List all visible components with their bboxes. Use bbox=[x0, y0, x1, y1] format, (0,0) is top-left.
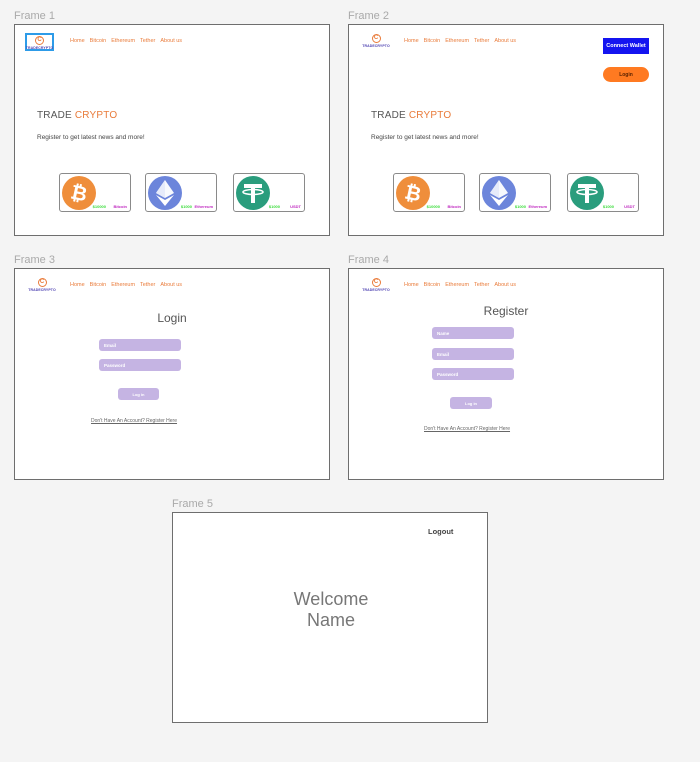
bitcoin-icon: ₿ bbox=[62, 176, 96, 210]
site-logo[interactable]: C TRADECRYPTO bbox=[25, 33, 54, 51]
coin-card-bitcoin[interactable]: ₿ $10000 Bitcoin bbox=[59, 173, 131, 212]
hero-title-accent: CRYPTO bbox=[408, 110, 452, 121]
hero-title-accent: CRYPTO bbox=[74, 110, 118, 121]
coin-price: $1000 bbox=[602, 204, 614, 209]
email-field[interactable]: Email bbox=[432, 348, 514, 360]
frame-4-label: Frame 4 bbox=[348, 254, 389, 266]
logo-mark-icon: C bbox=[371, 278, 381, 287]
coin-price: $10000 bbox=[92, 204, 106, 209]
svg-text:₿: ₿ bbox=[69, 182, 89, 204]
logo-text: TRADECRYPTO bbox=[362, 44, 390, 48]
nav-tether[interactable]: Tether bbox=[140, 38, 155, 44]
nav-ethereum[interactable]: Ethereum bbox=[445, 282, 469, 288]
coin-name: USDT bbox=[624, 204, 635, 209]
logo-mark-icon: C bbox=[37, 278, 47, 287]
password-field[interactable]: Password bbox=[432, 368, 514, 380]
frame-5-welcome: Logout Welcome Name bbox=[172, 512, 488, 723]
coin-card-ethereum[interactable]: $1000 Ethereum bbox=[145, 173, 217, 212]
coin-price: $1000 bbox=[514, 204, 526, 209]
site-logo[interactable]: C TRADECRYPTO bbox=[361, 34, 391, 52]
nav-bitcoin[interactable]: Bitcoin bbox=[424, 38, 441, 44]
ethereum-icon bbox=[148, 176, 182, 210]
password-field[interactable]: Password bbox=[99, 359, 181, 371]
coin-price: $10000 bbox=[426, 204, 440, 209]
site-logo[interactable]: C TRADECRYPTO bbox=[27, 278, 57, 296]
nav-ethereum[interactable]: Ethereum bbox=[111, 38, 135, 44]
nav-bar: Home Bitcoin Ethereum Tether About us bbox=[70, 282, 182, 288]
nav-bitcoin[interactable]: Bitcoin bbox=[90, 38, 107, 44]
nav-ethereum[interactable]: Ethereum bbox=[445, 38, 469, 44]
hero-subtitle: Register to get latest news and more! bbox=[37, 134, 145, 141]
user-name-line: Name bbox=[306, 610, 355, 630]
hero-title-plain: TRADE bbox=[37, 110, 75, 121]
tether-icon bbox=[570, 176, 604, 210]
nav-bar: Home Bitcoin Ethereum Tether About us bbox=[404, 38, 516, 44]
bitcoin-icon: ₿ bbox=[396, 176, 430, 210]
nav-tether[interactable]: Tether bbox=[474, 38, 489, 44]
coin-price: $1000 bbox=[180, 204, 192, 209]
coin-name: Bitcoin bbox=[447, 204, 461, 209]
nav-bar: Home Bitcoin Ethereum Tether About us bbox=[404, 282, 516, 288]
nav-about[interactable]: About us bbox=[160, 38, 182, 44]
nav-home[interactable]: Home bbox=[404, 38, 419, 44]
frame-1-label: Frame 1 bbox=[14, 10, 55, 22]
coin-card-tether[interactable]: $1000 USDT bbox=[567, 173, 639, 212]
welcome-message: Welcome Name bbox=[173, 589, 487, 631]
email-field[interactable]: Email bbox=[99, 339, 181, 351]
nav-bitcoin[interactable]: Bitcoin bbox=[90, 282, 107, 288]
logout-button[interactable]: Logout bbox=[428, 527, 453, 536]
frame-2-home-wallet: C TRADECRYPTO Home Bitcoin Ethereum Teth… bbox=[348, 24, 664, 236]
coin-card-tether[interactable]: $1000 USDT bbox=[233, 173, 305, 212]
logo-text: TRADECRYPTO bbox=[362, 288, 390, 292]
frame-1-home: C TRADECRYPTO Home Bitcoin Ethereum Teth… bbox=[14, 24, 330, 236]
hero-title: TRADE CRYPTO bbox=[371, 110, 451, 121]
nav-ethereum[interactable]: Ethereum bbox=[111, 282, 135, 288]
nav-bitcoin[interactable]: Bitcoin bbox=[424, 282, 441, 288]
register-link[interactable]: Don't Have An Account? Register Here bbox=[424, 426, 510, 432]
nav-about[interactable]: About us bbox=[160, 282, 182, 288]
coin-price: $1000 bbox=[268, 204, 280, 209]
nav-about[interactable]: About us bbox=[494, 282, 516, 288]
hero-title-plain: TRADE bbox=[371, 110, 409, 121]
logo-text: TRADECRYPTO bbox=[28, 288, 56, 292]
svg-text:₿: ₿ bbox=[403, 182, 423, 204]
nav-bar: Home Bitcoin Ethereum Tether About us bbox=[70, 38, 182, 44]
coin-card-bitcoin[interactable]: ₿ $10000 Bitcoin bbox=[393, 173, 465, 212]
logo-mark-icon: C bbox=[371, 34, 381, 43]
login-button[interactable]: Login bbox=[603, 67, 649, 82]
coin-card-ethereum[interactable]: $1000 Ethereum bbox=[479, 173, 551, 212]
logo-text: TRADECRYPTO bbox=[25, 46, 54, 50]
logo-mark-icon: C bbox=[35, 36, 44, 45]
coin-name: Ethereum bbox=[194, 204, 213, 209]
nav-tether[interactable]: Tether bbox=[140, 282, 155, 288]
coin-name: Bitcoin bbox=[113, 204, 127, 209]
nav-home[interactable]: Home bbox=[70, 38, 85, 44]
nav-home[interactable]: Home bbox=[70, 282, 85, 288]
frame-3-login: C TRADECRYPTO Home Bitcoin Ethereum Teth… bbox=[14, 268, 330, 480]
frame-3-label: Frame 3 bbox=[14, 254, 55, 266]
register-title: Register bbox=[483, 304, 529, 318]
login-title: Login bbox=[157, 311, 187, 325]
site-logo[interactable]: C TRADECRYPTO bbox=[361, 278, 391, 296]
login-submit-button[interactable]: Log in bbox=[118, 388, 159, 400]
hero-title: TRADE CRYPTO bbox=[37, 110, 117, 121]
register-link[interactable]: Don't Have An Account? Register Here bbox=[91, 418, 177, 424]
welcome-line: Welcome bbox=[293, 589, 369, 609]
coin-name: Ethereum bbox=[528, 204, 547, 209]
frame-5-label: Frame 5 bbox=[172, 498, 213, 510]
frame-4-register: C TRADECRYPTO Home Bitcoin Ethereum Teth… bbox=[348, 268, 664, 480]
coin-name: USDT bbox=[290, 204, 301, 209]
nav-tether[interactable]: Tether bbox=[474, 282, 489, 288]
hero-subtitle: Register to get latest news and more! bbox=[371, 134, 479, 141]
name-field[interactable]: Name bbox=[432, 327, 514, 339]
register-submit-button[interactable]: Log in bbox=[450, 397, 492, 409]
tether-icon bbox=[236, 176, 270, 210]
nav-about[interactable]: About us bbox=[494, 38, 516, 44]
nav-home[interactable]: Home bbox=[404, 282, 419, 288]
frame-2-label: Frame 2 bbox=[348, 10, 389, 22]
connect-wallet-button[interactable]: Connect Wallet bbox=[603, 38, 649, 54]
ethereum-icon bbox=[482, 176, 516, 210]
